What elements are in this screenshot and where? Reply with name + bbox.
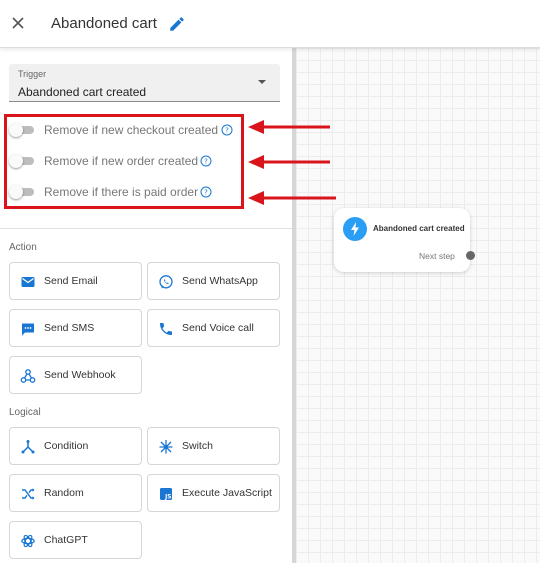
toggle-row-order: Remove if new order created ? (9, 152, 249, 170)
toggle-row-paid: Remove if there is paid order ? (9, 183, 249, 201)
whatsapp-icon (159, 275, 173, 289)
condition-button[interactable]: Condition (9, 427, 142, 465)
phone-icon (160, 323, 172, 335)
sms-icon (22, 323, 34, 336)
toggle-remove-paid[interactable] (9, 185, 35, 199)
pencil-icon[interactable] (168, 15, 186, 33)
toggle-remove-checkout[interactable] (9, 123, 35, 137)
next-step-port[interactable] (466, 251, 475, 260)
section-title-action: Action (9, 242, 37, 253)
flow-canvas[interactable] (296, 48, 540, 563)
condition-icon (21, 440, 35, 454)
switch-icon (159, 440, 173, 454)
send-voice-call-label: Send Voice call (182, 322, 254, 334)
svg-text:?: ? (204, 189, 208, 197)
page-title: Abandoned cart (51, 15, 157, 32)
node-title: Abandoned cart created (373, 224, 465, 233)
toggle-row-checkout: Remove if new checkout created ? (9, 121, 249, 139)
switch-label: Switch (182, 440, 213, 452)
svg-text:?: ? (225, 127, 229, 135)
toggle-label: Remove if new checkout created (44, 123, 219, 137)
svg-text:JS: JS (164, 494, 171, 500)
node-next-step-label: Next step (419, 251, 455, 261)
chatgpt-button[interactable]: ChatGPT (9, 521, 142, 559)
toggle-label: Remove if new order created (44, 154, 199, 168)
javascript-icon: JS (160, 488, 172, 500)
trigger-node[interactable]: Abandoned cart created Next step (334, 208, 475, 272)
help-circle-icon[interactable]: ? (200, 186, 212, 198)
send-sms-label: Send SMS (44, 322, 95, 334)
condition-label: Condition (44, 440, 89, 452)
trigger-value: Abandoned cart created (18, 85, 147, 99)
random-button[interactable]: Random (9, 474, 142, 512)
toggle-remove-order[interactable] (9, 154, 35, 168)
section-divider (0, 228, 292, 229)
svg-text:?: ? (204, 158, 208, 166)
top-bar: Abandoned cart (0, 0, 540, 48)
node-icon-badge (343, 217, 367, 241)
trigger-label: Trigger (18, 69, 47, 79)
send-email-label: Send Email (44, 275, 98, 287)
send-webhook-label: Send Webhook (44, 369, 116, 381)
execute-javascript-button[interactable]: JS Execute JavaScript (147, 474, 280, 512)
random-label: Random (44, 487, 84, 499)
send-email-button[interactable]: Send Email (9, 262, 142, 300)
dropdown-caret-icon (258, 80, 266, 84)
toggle-label: Remove if there is paid order (44, 185, 199, 199)
email-icon (21, 277, 35, 287)
send-whatsapp-label: Send WhatsApp (182, 275, 258, 287)
help-circle-icon[interactable]: ? (200, 155, 212, 167)
shuffle-icon (22, 488, 35, 500)
send-voice-call-button[interactable]: Send Voice call (147, 309, 280, 347)
section-title-logical: Logical (9, 407, 41, 418)
send-whatsapp-button[interactable]: Send WhatsApp (147, 262, 280, 300)
help-circle-icon[interactable]: ? (221, 124, 233, 136)
send-webhook-button[interactable]: Send Webhook (9, 356, 142, 394)
chatgpt-icon (21, 534, 35, 548)
execute-javascript-label: Execute JavaScript (182, 487, 272, 499)
trigger-select[interactable]: Trigger Abandoned cart created (9, 64, 280, 102)
chatgpt-label: ChatGPT (44, 534, 88, 546)
send-sms-button[interactable]: Send SMS (9, 309, 142, 347)
webhook-icon (20, 369, 36, 383)
bolt-icon (351, 222, 359, 236)
close-icon[interactable] (9, 14, 27, 32)
switch-button[interactable]: Switch (147, 427, 280, 465)
